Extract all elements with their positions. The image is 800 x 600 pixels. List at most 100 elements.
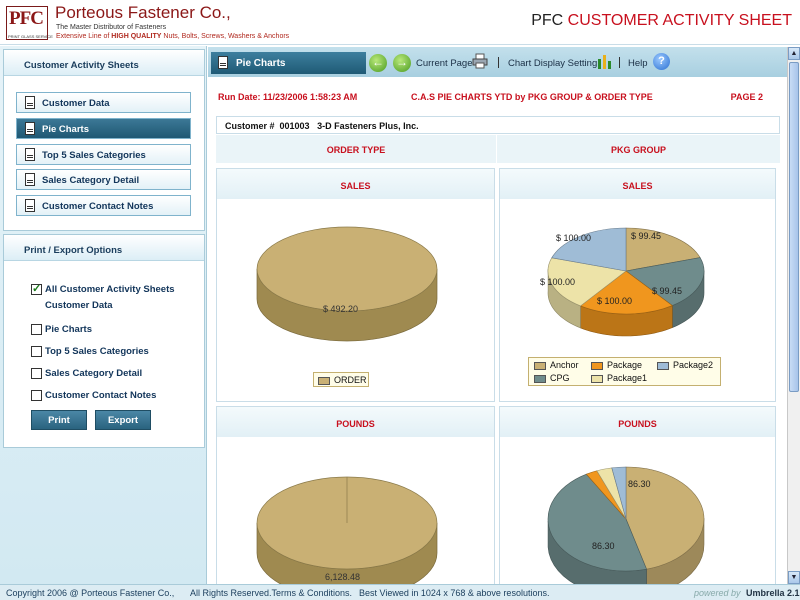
- scroll-down-arrow-icon[interactable]: ▼: [788, 571, 800, 584]
- export-button[interactable]: Export: [95, 410, 151, 430]
- page-header: PFC PRINT GLASS SERVICE Porteous Fastene…: [0, 0, 800, 45]
- checkbox[interactable]: [31, 367, 42, 379]
- terms-link[interactable]: All Rights Reserved.Terms & Conditions.: [190, 588, 352, 598]
- pie-chart-pkg-sales: $ 99.45 $ 99.45 $ 100.00 $ 100.00 $ 100.00: [540, 227, 705, 337]
- checkbox[interactable]: [31, 345, 42, 357]
- data-label: $ 100.00: [597, 296, 632, 306]
- data-label: 86.30: [628, 479, 651, 489]
- bar-chart-icon[interactable]: [597, 53, 613, 69]
- back-arrow-icon[interactable]: ←: [369, 54, 387, 72]
- chart-display-setting-link[interactable]: Chart Display Setting: [508, 58, 597, 69]
- resolution-note: Best Viewed in 1024 x 768 & above resolu…: [359, 588, 550, 598]
- logo-subtext: PRINT GLASS SERVICE: [8, 34, 53, 39]
- vertical-scrollbar[interactable]: ▲ ▼: [787, 47, 800, 584]
- option-contact-notes[interactable]: Customer Contact Notes: [31, 388, 156, 402]
- separator: [498, 57, 499, 68]
- powered-by-text: powered by: [694, 588, 741, 598]
- page-title: PFC CUSTOMER ACTIVITY SHEET: [531, 12, 792, 30]
- chart-title: POUNDS: [217, 407, 494, 437]
- sidebar-item-customer-data[interactable]: Customer Data: [16, 92, 191, 113]
- sidebar-item-contact-notes[interactable]: Customer Contact Notes: [16, 195, 191, 216]
- forward-arrow-icon[interactable]: →: [393, 54, 411, 72]
- scroll-thumb[interactable]: [789, 62, 799, 392]
- legend-item: ORDER: [318, 375, 367, 385]
- help-icon[interactable]: ?: [653, 53, 670, 70]
- option-top5-sales[interactable]: Top 5 Sales Categories: [31, 344, 149, 358]
- checkbox[interactable]: [31, 389, 42, 401]
- option-label: Customer Contact Notes: [45, 389, 157, 401]
- print-button[interactable]: Print: [31, 410, 87, 430]
- toolbar: Pie Charts ← → Current Page Chart Displa…: [208, 47, 788, 77]
- pie-slice-order: [256, 226, 438, 312]
- column-heading-order-type: ORDER TYPE: [216, 135, 496, 163]
- chart-panel-order-sales: SALES $ 492.20 ORDER: [216, 168, 495, 402]
- data-label: 86.30: [592, 541, 615, 551]
- sidebar-item-top5-sales[interactable]: Top 5 Sales Categories: [16, 144, 191, 165]
- data-label: 6,128.48: [325, 572, 360, 582]
- logo-text: PFC: [9, 8, 44, 29]
- option-label: Sales Category Detail: [45, 367, 143, 379]
- help-link[interactable]: Help: [628, 58, 648, 69]
- company-logo: PFC PRINT GLASS SERVICE: [6, 6, 53, 40]
- chart-title: SALES: [217, 169, 494, 199]
- document-icon: [25, 199, 35, 212]
- copyright-text: Copyright 2006 @ Porteous Fastener Co.,: [6, 588, 175, 598]
- checkbox-checked[interactable]: [31, 282, 42, 295]
- legend-item: Package1: [591, 373, 647, 383]
- legend-label: Package1: [607, 373, 648, 383]
- customer-name: 3-D Fasteners Plus, Inc.: [317, 121, 419, 131]
- chart-legend: ORDER: [313, 372, 369, 387]
- checkbox[interactable]: [31, 323, 42, 335]
- print-export-heading: Print / Export Options: [4, 235, 204, 261]
- report-header: Run Date: 11/23/2006 1:58:23 AM C.A.S PI…: [210, 86, 786, 106]
- tagline: The Master Distributor of Fasteners: [56, 24, 167, 31]
- option-sales-category-detail[interactable]: Sales Category Detail: [31, 366, 142, 380]
- pie-chart-order-sales: $ 492.20: [256, 226, 438, 342]
- legend-swatch: [318, 376, 330, 385]
- option-all-sheets[interactable]: All Customer Activity Sheets: [31, 282, 175, 296]
- sidebar-item-label: Customer Data: [42, 98, 110, 109]
- legend-label: CPG: [550, 373, 570, 383]
- page-title-prefix: PFC: [531, 12, 568, 29]
- printer-icon[interactable]: [472, 53, 488, 69]
- legend-label: Package2: [673, 360, 714, 370]
- legend-swatch: [534, 361, 546, 370]
- document-icon: [25, 122, 35, 135]
- activity-sheets-panel: Customer Activity Sheets Customer Data P…: [3, 49, 205, 231]
- run-date: Run Date: 11/23/2006 1:58:23 AM: [218, 92, 358, 102]
- data-label: $ 99.45: [652, 286, 682, 296]
- chart-panel-pkg-sales: SALES $ 99.45 $ 99.45 $ 100.00 $ 100.00 $ 10…: [499, 168, 776, 402]
- legend-item: CPG: [534, 373, 570, 383]
- customer-number: 001003: [279, 121, 310, 131]
- customer-label: Customer #: [225, 121, 275, 131]
- option-pie-charts[interactable]: Pie Charts: [31, 322, 92, 336]
- page-footer: Copyright 2006 @ Porteous Fastener Co., …: [0, 584, 800, 600]
- legend-item: Anchor: [534, 360, 579, 370]
- legend-swatch: [591, 374, 603, 383]
- company-name: Porteous Fastener Co.,: [55, 3, 231, 22]
- chart-panel-order-pounds: POUNDS 6,128.48: [216, 406, 495, 584]
- data-label: $ 492.20: [323, 304, 358, 314]
- column-heading-pkg-group: PKG GROUP: [497, 135, 780, 163]
- tab-pie-charts[interactable]: Pie Charts: [211, 52, 366, 74]
- option-label: Top 5 Sales Categories: [45, 345, 149, 357]
- legend-swatch: [534, 374, 546, 383]
- sidebar-item-label: Sales Category Detail: [42, 175, 140, 186]
- umbrella-logo: Umbrella 2.1: [746, 588, 800, 598]
- option-sub-label: Customer Data: [45, 299, 113, 311]
- data-label: $ 99.45: [631, 231, 661, 241]
- document-icon: [218, 56, 228, 69]
- document-icon: [25, 96, 35, 109]
- sidebar-item-label: Customer Contact Notes: [42, 201, 154, 212]
- sidebar-item-pie-charts[interactable]: Pie Charts: [16, 118, 191, 139]
- pie-chart-pkg-pounds: 86.30 86.30: [547, 466, 705, 584]
- tagline-emphasis: HIGH QUALITY: [111, 33, 162, 40]
- option-label: All Customer Activity Sheets: [45, 283, 175, 295]
- scroll-up-arrow-icon[interactable]: ▲: [788, 47, 800, 60]
- tagline-prefix: Extensive Line of: [56, 33, 112, 40]
- page-title-accent: CUSTOMER ACTIVITY SHEET: [567, 12, 792, 29]
- sidebar-item-label: Pie Charts: [42, 124, 89, 135]
- sidebar-item-sales-category-detail[interactable]: Sales Category Detail: [16, 169, 191, 190]
- legend-item: Package2: [657, 360, 713, 370]
- current-page-link[interactable]: Current Page: [416, 58, 473, 69]
